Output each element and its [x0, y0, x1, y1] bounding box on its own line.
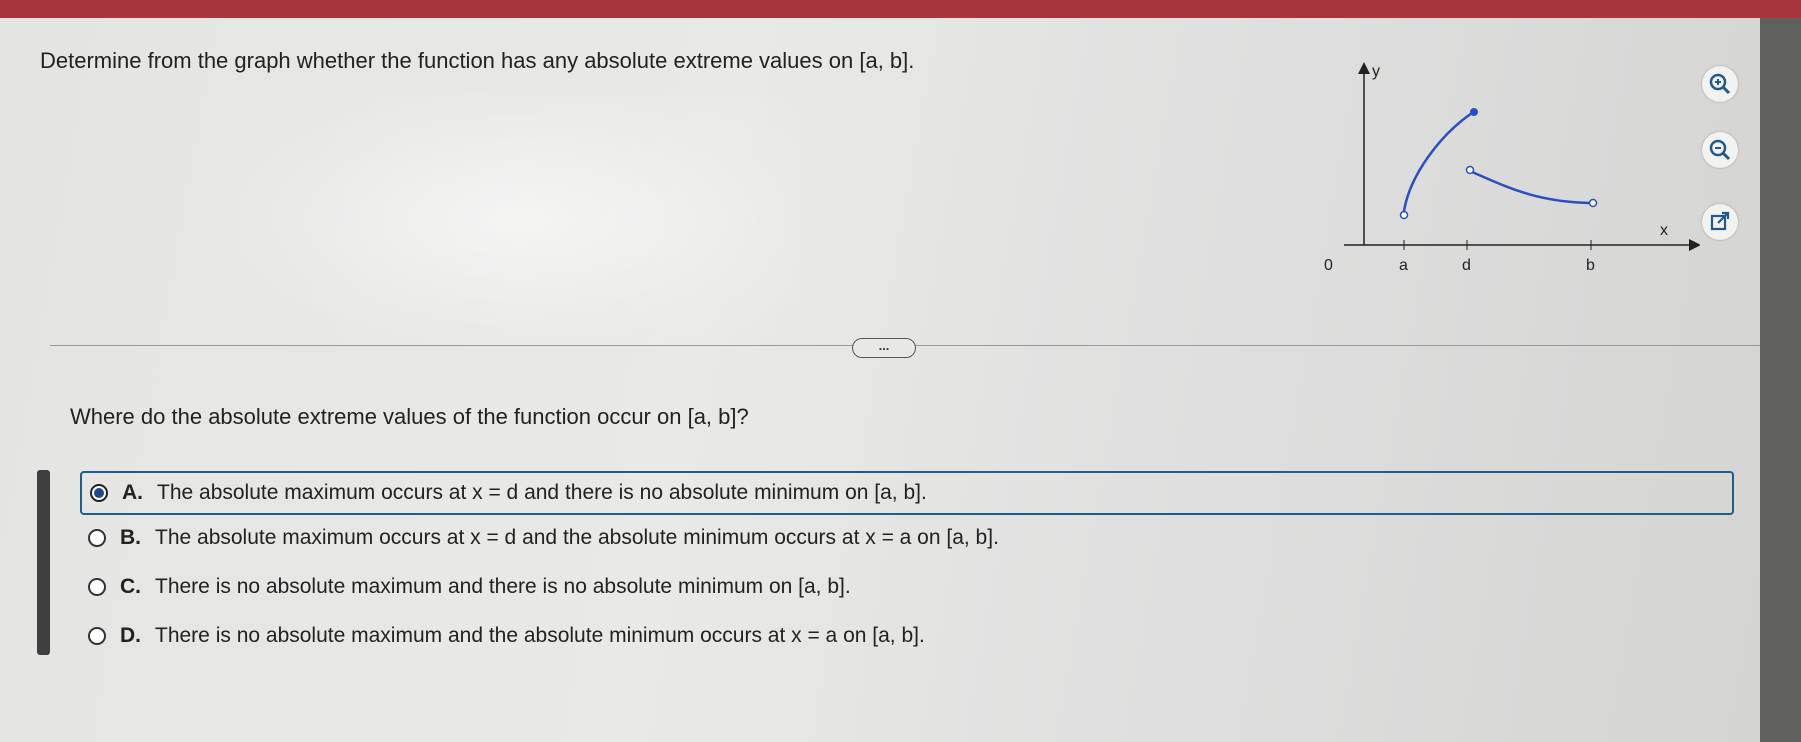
- y-axis-label: y: [1372, 63, 1380, 80]
- option-letter: C.: [120, 575, 141, 598]
- answer-option-b[interactable]: B. The absolute maximum occurs at x = d …: [80, 518, 999, 558]
- open-point-d: [1465, 165, 1475, 175]
- answer-option-c[interactable]: C. There is no absolute maximum and ther…: [80, 567, 851, 607]
- open-point-a: [1399, 210, 1409, 220]
- radio-button-d[interactable]: [88, 627, 106, 645]
- expand-more-button[interactable]: ...: [852, 338, 916, 358]
- option-text: There is no absolute maximum and there i…: [155, 575, 851, 598]
- zoom-out-icon: [1709, 139, 1731, 161]
- radio-button-b[interactable]: [88, 529, 106, 547]
- zoom-out-button[interactable]: [1702, 132, 1738, 168]
- answer-option-a[interactable]: A. The absolute maximum occurs at x = d …: [80, 471, 1734, 515]
- tick-d-label: d: [1462, 257, 1471, 274]
- closed-point-d: [1470, 108, 1478, 116]
- option-text: There is no absolute maximum and the abs…: [155, 624, 925, 647]
- option-text: The absolute maximum occurs at x = d and…: [155, 526, 999, 549]
- external-link-icon: [1710, 211, 1730, 231]
- open-point-b: [1588, 198, 1598, 208]
- curve-right: [1471, 170, 1592, 205]
- radio-button-c[interactable]: [88, 578, 106, 596]
- page-edge: [1760, 18, 1801, 742]
- origin-label: 0: [1324, 257, 1333, 274]
- header-bar: [0, 0, 1801, 20]
- question-text: Determine from the graph whether the fun…: [40, 48, 915, 73]
- option-letter: D.: [120, 624, 141, 647]
- tick-a-label: a: [1399, 257, 1408, 274]
- x-axis-label: x: [1660, 222, 1668, 239]
- option-text: The absolute maximum occurs at x = d and…: [157, 481, 927, 504]
- zoom-in-button[interactable]: [1702, 66, 1738, 102]
- scroll-indicator: [37, 470, 50, 655]
- radio-button-a[interactable]: [90, 484, 108, 502]
- answer-option-d[interactable]: D. There is no absolute maximum and the …: [80, 616, 925, 656]
- screen-glare: [240, 95, 800, 345]
- open-external-button[interactable]: [1702, 204, 1738, 240]
- option-letter: B.: [120, 526, 141, 549]
- curve-left: [1402, 111, 1473, 212]
- tick-b-label: b: [1586, 257, 1595, 274]
- function-graph: y x 0 a d b: [1324, 62, 1700, 274]
- option-letter: A.: [122, 481, 143, 504]
- prompt-text: Where do the absolute extreme values of …: [70, 404, 749, 429]
- zoom-in-icon: [1709, 73, 1731, 95]
